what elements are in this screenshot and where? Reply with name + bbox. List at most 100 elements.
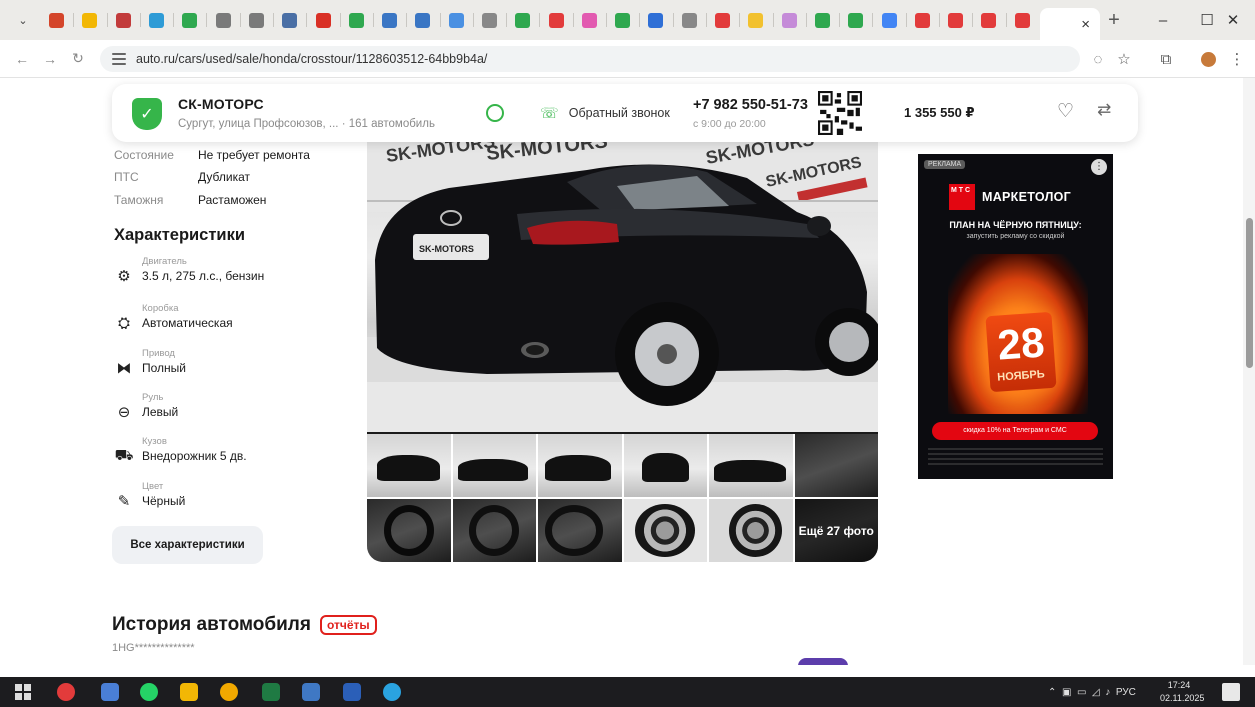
bookmark-star-icon[interactable]: ☆	[1111, 40, 1137, 78]
browser-tab[interactable]	[972, 0, 1005, 40]
thumbnail[interactable]	[709, 499, 793, 562]
tab-favicon-icon	[282, 12, 298, 28]
svg-text:SK-MOTORS: SK-MOTORS	[419, 244, 474, 254]
browser-tab[interactable]	[1005, 0, 1039, 40]
browser-tab[interactable]	[173, 0, 206, 40]
tab-close-icon[interactable]: ×	[1081, 16, 1090, 33]
close-window-button[interactable]: ✕	[1211, 0, 1255, 40]
browser-tab[interactable]	[406, 0, 439, 40]
browser-tab[interactable]	[739, 0, 772, 40]
car-body-icon: ⛟	[114, 446, 134, 464]
taskbar-clock[interactable]: 17:24 02.11.2025	[1160, 679, 1204, 705]
file-explorer-icon[interactable]	[180, 683, 198, 701]
more-photos-label[interactable]: Ещё 27 фото	[794, 499, 878, 562]
excel-icon[interactable]	[262, 683, 280, 701]
more-photos-thumbnail[interactable]: Ещё 27 фото	[794, 499, 878, 562]
browser-tab[interactable]	[672, 0, 706, 40]
browser-tab[interactable]	[606, 0, 639, 40]
thumbnail[interactable]	[623, 434, 707, 497]
browser-tab[interactable]	[872, 0, 905, 40]
thumbnail[interactable]	[452, 499, 536, 562]
thumbnail[interactable]	[367, 434, 451, 497]
notifications-icon[interactable]	[1222, 683, 1240, 701]
battery-icon[interactable]: ▭	[1077, 687, 1086, 698]
thumbnail[interactable]	[452, 434, 536, 497]
network-icon[interactable]: ◿	[1092, 687, 1100, 698]
volume-icon[interactable]: ♪	[1105, 687, 1110, 698]
browser-tab[interactable]	[572, 0, 606, 40]
telegram-icon[interactable]	[383, 683, 401, 701]
browser-tab[interactable]	[106, 0, 140, 40]
ad-menu-icon[interactable]: ⋮	[1091, 159, 1107, 175]
browser-tab[interactable]	[772, 0, 806, 40]
browser-tab[interactable]	[439, 0, 473, 40]
browser-tab[interactable]	[839, 0, 872, 40]
site-settings-icon[interactable]	[112, 53, 126, 65]
browser-tab[interactable]	[206, 0, 239, 40]
browser-tab[interactable]	[639, 0, 672, 40]
windows-start-icon[interactable]	[14, 683, 32, 701]
tab-favicon-icon	[581, 12, 597, 28]
browser-tab[interactable]	[273, 0, 306, 40]
browser-tab[interactable]	[506, 0, 539, 40]
address-bar[interactable]: auto.ru/cars/used/sale/honda/crosstour/1…	[100, 46, 1080, 72]
page-scrollbar-thumb[interactable]	[1246, 218, 1253, 368]
app-icon[interactable]	[302, 683, 320, 701]
thumbnail[interactable]	[538, 434, 622, 497]
thumbnail[interactable]	[623, 499, 707, 562]
browser-tab[interactable]	[306, 0, 339, 40]
word-icon[interactable]	[343, 683, 361, 701]
browser-tab[interactable]	[239, 0, 273, 40]
system-tray: ⌃ ▣ ▭ ◿ ♪ РУС	[1048, 677, 1136, 707]
ad-banner[interactable]: РЕКЛАМА ⋮ М Т С МАРКЕТОЛОГ ПЛАН НА ЧЁРНУ…	[918, 154, 1113, 479]
reports-badge[interactable]: отчёты	[320, 615, 377, 635]
profile-avatar[interactable]	[1195, 40, 1221, 78]
chrome-icon[interactable]	[220, 683, 238, 701]
new-tab-icon[interactable]: +	[1100, 9, 1128, 32]
active-tab[interactable]: ×	[1040, 8, 1100, 40]
thumbnail[interactable]	[794, 434, 878, 497]
dealer-phone[interactable]: +7 982 550-51-73	[693, 97, 808, 113]
browser-tab[interactable]	[705, 0, 739, 40]
reload-icon[interactable]: ↻	[64, 50, 92, 67]
chat-icon[interactable]	[486, 104, 504, 122]
dealer-car-count[interactable]: 161 автомобиль	[349, 118, 435, 130]
input-language[interactable]: РУС	[1116, 687, 1136, 698]
whatsapp-icon[interactable]	[140, 683, 158, 701]
tab-search-icon[interactable]: ⌄	[6, 0, 40, 40]
browser-tab[interactable]	[339, 0, 373, 40]
browser-tab[interactable]	[905, 0, 939, 40]
thumbnail[interactable]	[538, 499, 622, 562]
browser-tab[interactable]	[472, 0, 506, 40]
main-car-photo[interactable]: SK-MOTORS SK-MOTORS SK-MOTORS SK-MOTORS …	[367, 142, 878, 432]
back-icon[interactable]: ←	[8, 51, 36, 67]
browser-tab[interactable]	[73, 0, 106, 40]
tab-favicon-icon	[981, 12, 997, 28]
dealer-name[interactable]: СК-МОТОРС	[178, 96, 264, 112]
page-scrollbar[interactable]	[1243, 78, 1255, 665]
tray-chevron-icon[interactable]: ⌃	[1048, 687, 1056, 698]
forward-icon[interactable]: →	[36, 51, 64, 67]
favorite-heart-icon[interactable]: ♡	[1057, 100, 1074, 123]
browser-tab[interactable]	[139, 0, 173, 40]
all-characteristics-button[interactable]: Все характеристики	[112, 526, 263, 564]
tray-app-icon[interactable]: ▣	[1062, 687, 1071, 698]
compare-arrows-icon[interactable]: ⇄	[1097, 100, 1111, 120]
browser-tab[interactable]	[40, 0, 73, 40]
yandex-browser-icon[interactable]	[57, 683, 75, 701]
browser-menu-icon[interactable]: ⋮	[1224, 40, 1250, 78]
browser-tab[interactable]	[939, 0, 972, 40]
callback-button[interactable]: ☏ Обратный звонок	[540, 104, 670, 122]
ad-cta-button[interactable]: скидка 10% на Телеграм и СМС	[932, 422, 1098, 440]
browser-tab[interactable]	[805, 0, 839, 40]
browser-tab[interactable]	[372, 0, 406, 40]
qr-code-icon[interactable]	[818, 91, 862, 135]
extensions-icon[interactable]: ⧉	[1153, 40, 1179, 78]
thumbnail[interactable]	[367, 499, 451, 562]
thumbnail[interactable]	[709, 434, 793, 497]
address-url: auto.ru/cars/used/sale/honda/crosstour/1…	[136, 52, 488, 66]
minimize-button[interactable]: –	[1141, 0, 1185, 40]
app-icon[interactable]	[101, 683, 119, 701]
browser-tab[interactable]	[539, 0, 572, 40]
eye-off-icon[interactable]: ◌	[1085, 40, 1111, 78]
